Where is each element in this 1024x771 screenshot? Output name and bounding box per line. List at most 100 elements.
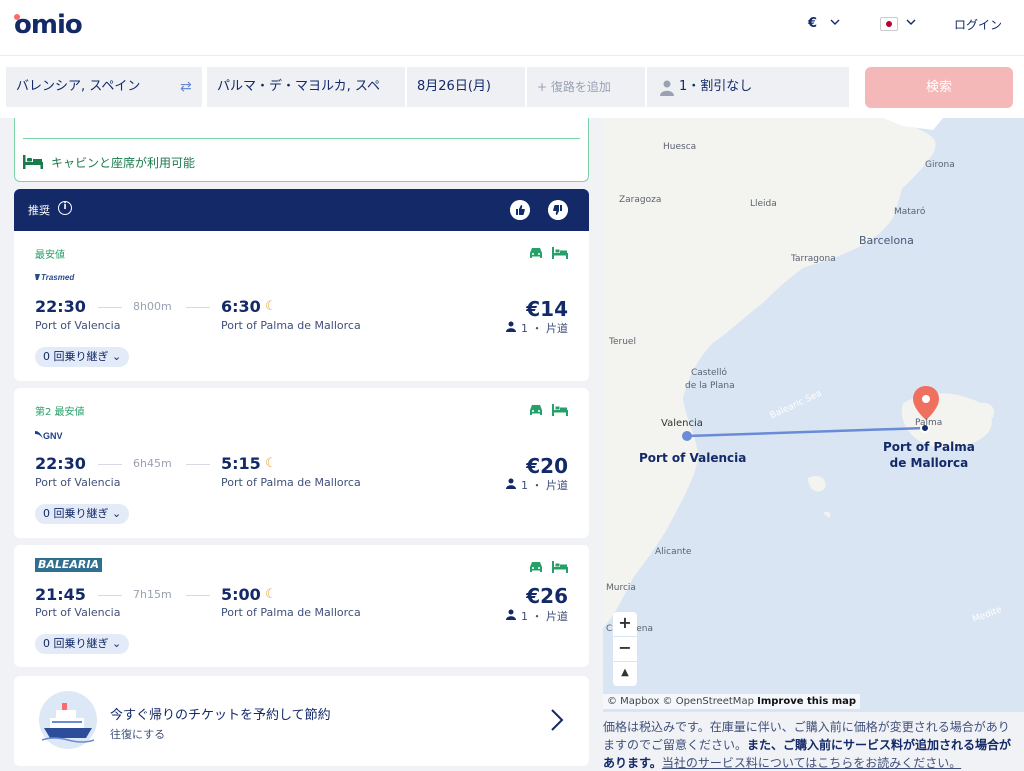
- svg-text:GNV: GNV: [43, 431, 63, 441]
- chevron-down-icon: ⌄: [112, 637, 122, 650]
- to-station: Port of Palma de Mallorca: [221, 606, 361, 619]
- search-button[interactable]: 検索: [865, 67, 1013, 108]
- map-label-port-of-valencia: Port of Valencia: [639, 451, 747, 465]
- gnv-logo: GNV: [35, 431, 63, 441]
- arrive-time: 5:15: [221, 454, 261, 473]
- passengers-field[interactable]: 1・割引なし: [647, 67, 849, 107]
- passenger-info: 1 ・ 片道: [521, 610, 568, 623]
- chevron-down-icon[interactable]: [906, 17, 916, 27]
- map-attribution: © Mapbox © OpenStreetMap Improve this ma…: [603, 694, 861, 709]
- map-label-valencia: Valencia: [661, 418, 703, 429]
- divider: [186, 307, 210, 308]
- svg-text:Trasmed: Trasmed: [41, 273, 75, 282]
- recommended-header: 推奨 i: [14, 189, 589, 231]
- map-label-palma: Palma: [915, 418, 943, 428]
- service-fee-link[interactable]: 当社のサービス料についてはこちらをお読みください。: [662, 756, 961, 770]
- bed-icon: [552, 404, 568, 416]
- improve-map-link[interactable]: Improve this map: [757, 696, 856, 707]
- trip-card[interactable]: 最安値 Trasmed 22:30 8h00m 6:30 ☾ Port of V…: [14, 231, 589, 381]
- trip-card[interactable]: BALEARIA 21:45 7h15m 5:00 ☾ Port of Vale…: [14, 545, 589, 667]
- transfers-label: 0 回乗り継ぎ: [43, 507, 109, 520]
- map-label-alicante: Alicante: [655, 547, 692, 557]
- to-station: Port of Palma de Mallorca: [221, 319, 361, 332]
- zoom-out-button[interactable]: −: [613, 637, 637, 661]
- map-land: [603, 118, 994, 628]
- chevron-down-icon: ⌄: [112, 507, 122, 520]
- map-label-girona: Girona: [925, 160, 955, 170]
- map-label-castello: Castelló: [691, 368, 728, 378]
- date-field[interactable]: 8月26日(月): [407, 67, 525, 107]
- transfers-chip[interactable]: 0 回乗り継ぎ ⌄: [35, 504, 130, 524]
- car-icon: [530, 405, 542, 415]
- moon-icon: ☾: [265, 456, 277, 471]
- bed-icon: [23, 155, 43, 169]
- duration: 7h15m: [133, 588, 172, 601]
- divider: [98, 464, 122, 465]
- to-station: Port of Palma de Mallorca: [221, 476, 361, 489]
- map-label-lleida: Lleida: [750, 199, 777, 209]
- from-station: Port of Valencia: [35, 319, 121, 332]
- passenger-info: 1 ・ 片道: [521, 322, 568, 335]
- price: €14: [526, 297, 568, 321]
- car-icon: [530, 248, 542, 258]
- map-label-port-palma-line1: Port of Palma: [883, 440, 975, 454]
- promo-subtitle: 往復にする: [110, 728, 166, 741]
- login-link[interactable]: ログイン: [954, 16, 1002, 33]
- return-field[interactable]: + 復路を追加: [527, 67, 645, 107]
- transfers-chip[interactable]: 0 回乗り継ぎ ⌄: [35, 634, 130, 654]
- from-field[interactable]: バレンシア, スペイン: [6, 67, 202, 107]
- car-icon: [530, 562, 542, 572]
- divider: [23, 138, 580, 139]
- omio-logo[interactable]: omio: [14, 10, 83, 40]
- trip-tag: 最安値: [35, 250, 65, 261]
- ferry-icon: [39, 691, 97, 749]
- zoom-in-button[interactable]: +: [613, 612, 637, 636]
- map-label-barcelona: Barcelona: [859, 234, 914, 247]
- map-label-huesca: Huesca: [663, 142, 697, 152]
- depart-time: 21:45: [35, 585, 86, 604]
- map-label-port-of-palma: Port of Palma de Mallorca: [883, 439, 975, 471]
- arrive-time: 6:30: [221, 297, 261, 316]
- thumbs-up-icon[interactable]: [510, 200, 530, 220]
- chevron-down-icon[interactable]: [830, 17, 840, 27]
- japan-flag-icon[interactable]: [880, 17, 898, 31]
- chevron-down-icon: ⌄: [112, 350, 122, 363]
- passenger-info: 1 ・ 片道: [521, 479, 568, 492]
- moon-icon: ☾: [265, 587, 277, 602]
- trip-tag: 第2 最安値: [35, 407, 85, 418]
- swap-icon[interactable]: ⇄: [180, 79, 192, 95]
- trasmed-logo: Trasmed: [35, 273, 75, 282]
- route-map[interactable]: Huesca Girona Zaragoza Lleida Mataró Bar…: [603, 118, 1024, 712]
- currency-selector[interactable]: €: [808, 16, 817, 31]
- search-bar: バレンシア, スペイン ⇄ パルマ・デ・マヨルカ, スペ 8月26日(月) + …: [0, 56, 1024, 118]
- promo-title: 今すぐ帰りのチケットを予約して節約: [110, 708, 331, 723]
- compass-button[interactable]: ▲: [613, 662, 637, 686]
- map-label-mataro: Mataró: [894, 207, 926, 217]
- duration: 8h00m: [133, 300, 172, 313]
- map-label-zaragoza: Zaragoza: [619, 195, 662, 205]
- price: €26: [526, 584, 568, 608]
- from-station: Port of Valencia: [35, 476, 121, 489]
- trip-card[interactable]: 第2 最安値 GNV 22:30 6h45m 5:15 ☾ Port of Va…: [14, 388, 589, 538]
- info-icon[interactable]: i: [58, 201, 72, 215]
- bed-icon: [552, 247, 568, 259]
- moon-icon: ☾: [265, 299, 277, 314]
- to-field[interactable]: パルマ・デ・マヨルカ, スペ: [207, 67, 405, 107]
- attribution-text: © Mapbox © OpenStreetMap: [607, 696, 754, 707]
- recommended-title: 推奨: [28, 204, 50, 217]
- bed-icon: [552, 561, 568, 573]
- depart-time: 22:30: [35, 454, 86, 473]
- price-footnote: 価格は税込みです。在庫量に伴い、ご購入前に価格が変更される場合がありますのでご留…: [603, 718, 1015, 771]
- return-ticket-promo[interactable]: 今すぐ帰りのチケットを予約して節約 往復にする: [14, 676, 589, 766]
- divider: [98, 595, 122, 596]
- person-icon: [660, 80, 674, 96]
- chevron-right-icon[interactable]: [550, 708, 564, 732]
- availability-card: キャビンと座席が利用可能: [14, 118, 589, 182]
- map-label-port-palma-line2: de Mallorca: [889, 456, 969, 470]
- balearia-logo: BALEARIA: [35, 558, 103, 572]
- map-label-murcia: Murcia: [606, 583, 636, 593]
- transfers-label: 0 回乗り継ぎ: [43, 350, 109, 363]
- transfers-chip[interactable]: 0 回乗り継ぎ ⌄: [35, 347, 130, 367]
- thumbs-down-icon[interactable]: [548, 200, 568, 220]
- map-label-teruel: Teruel: [609, 337, 636, 347]
